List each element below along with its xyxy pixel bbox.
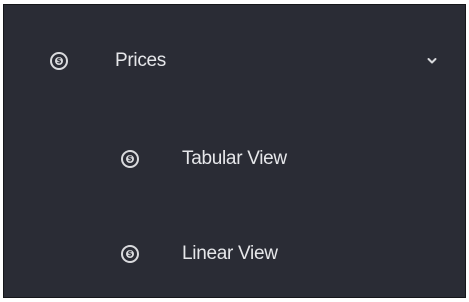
dollar-circle-icon: $	[121, 150, 139, 168]
sidebar-menu-panel: $ Prices $ Tabular View $ Linear View	[3, 4, 466, 298]
dollar-circle-icon: $	[50, 52, 68, 70]
submenu-item-tabular-view[interactable]: $ Tabular View	[4, 139, 465, 179]
menu-item-label: Prices	[115, 50, 166, 71]
dollar-circle-icon: $	[121, 245, 139, 263]
menu-item-prices[interactable]: $ Prices	[4, 41, 465, 81]
submenu-item-linear-view[interactable]: $ Linear View	[4, 234, 465, 274]
chevron-down-icon[interactable]	[426, 55, 438, 67]
submenu-item-label: Tabular View	[182, 148, 287, 169]
submenu-item-label: Linear View	[182, 243, 278, 264]
